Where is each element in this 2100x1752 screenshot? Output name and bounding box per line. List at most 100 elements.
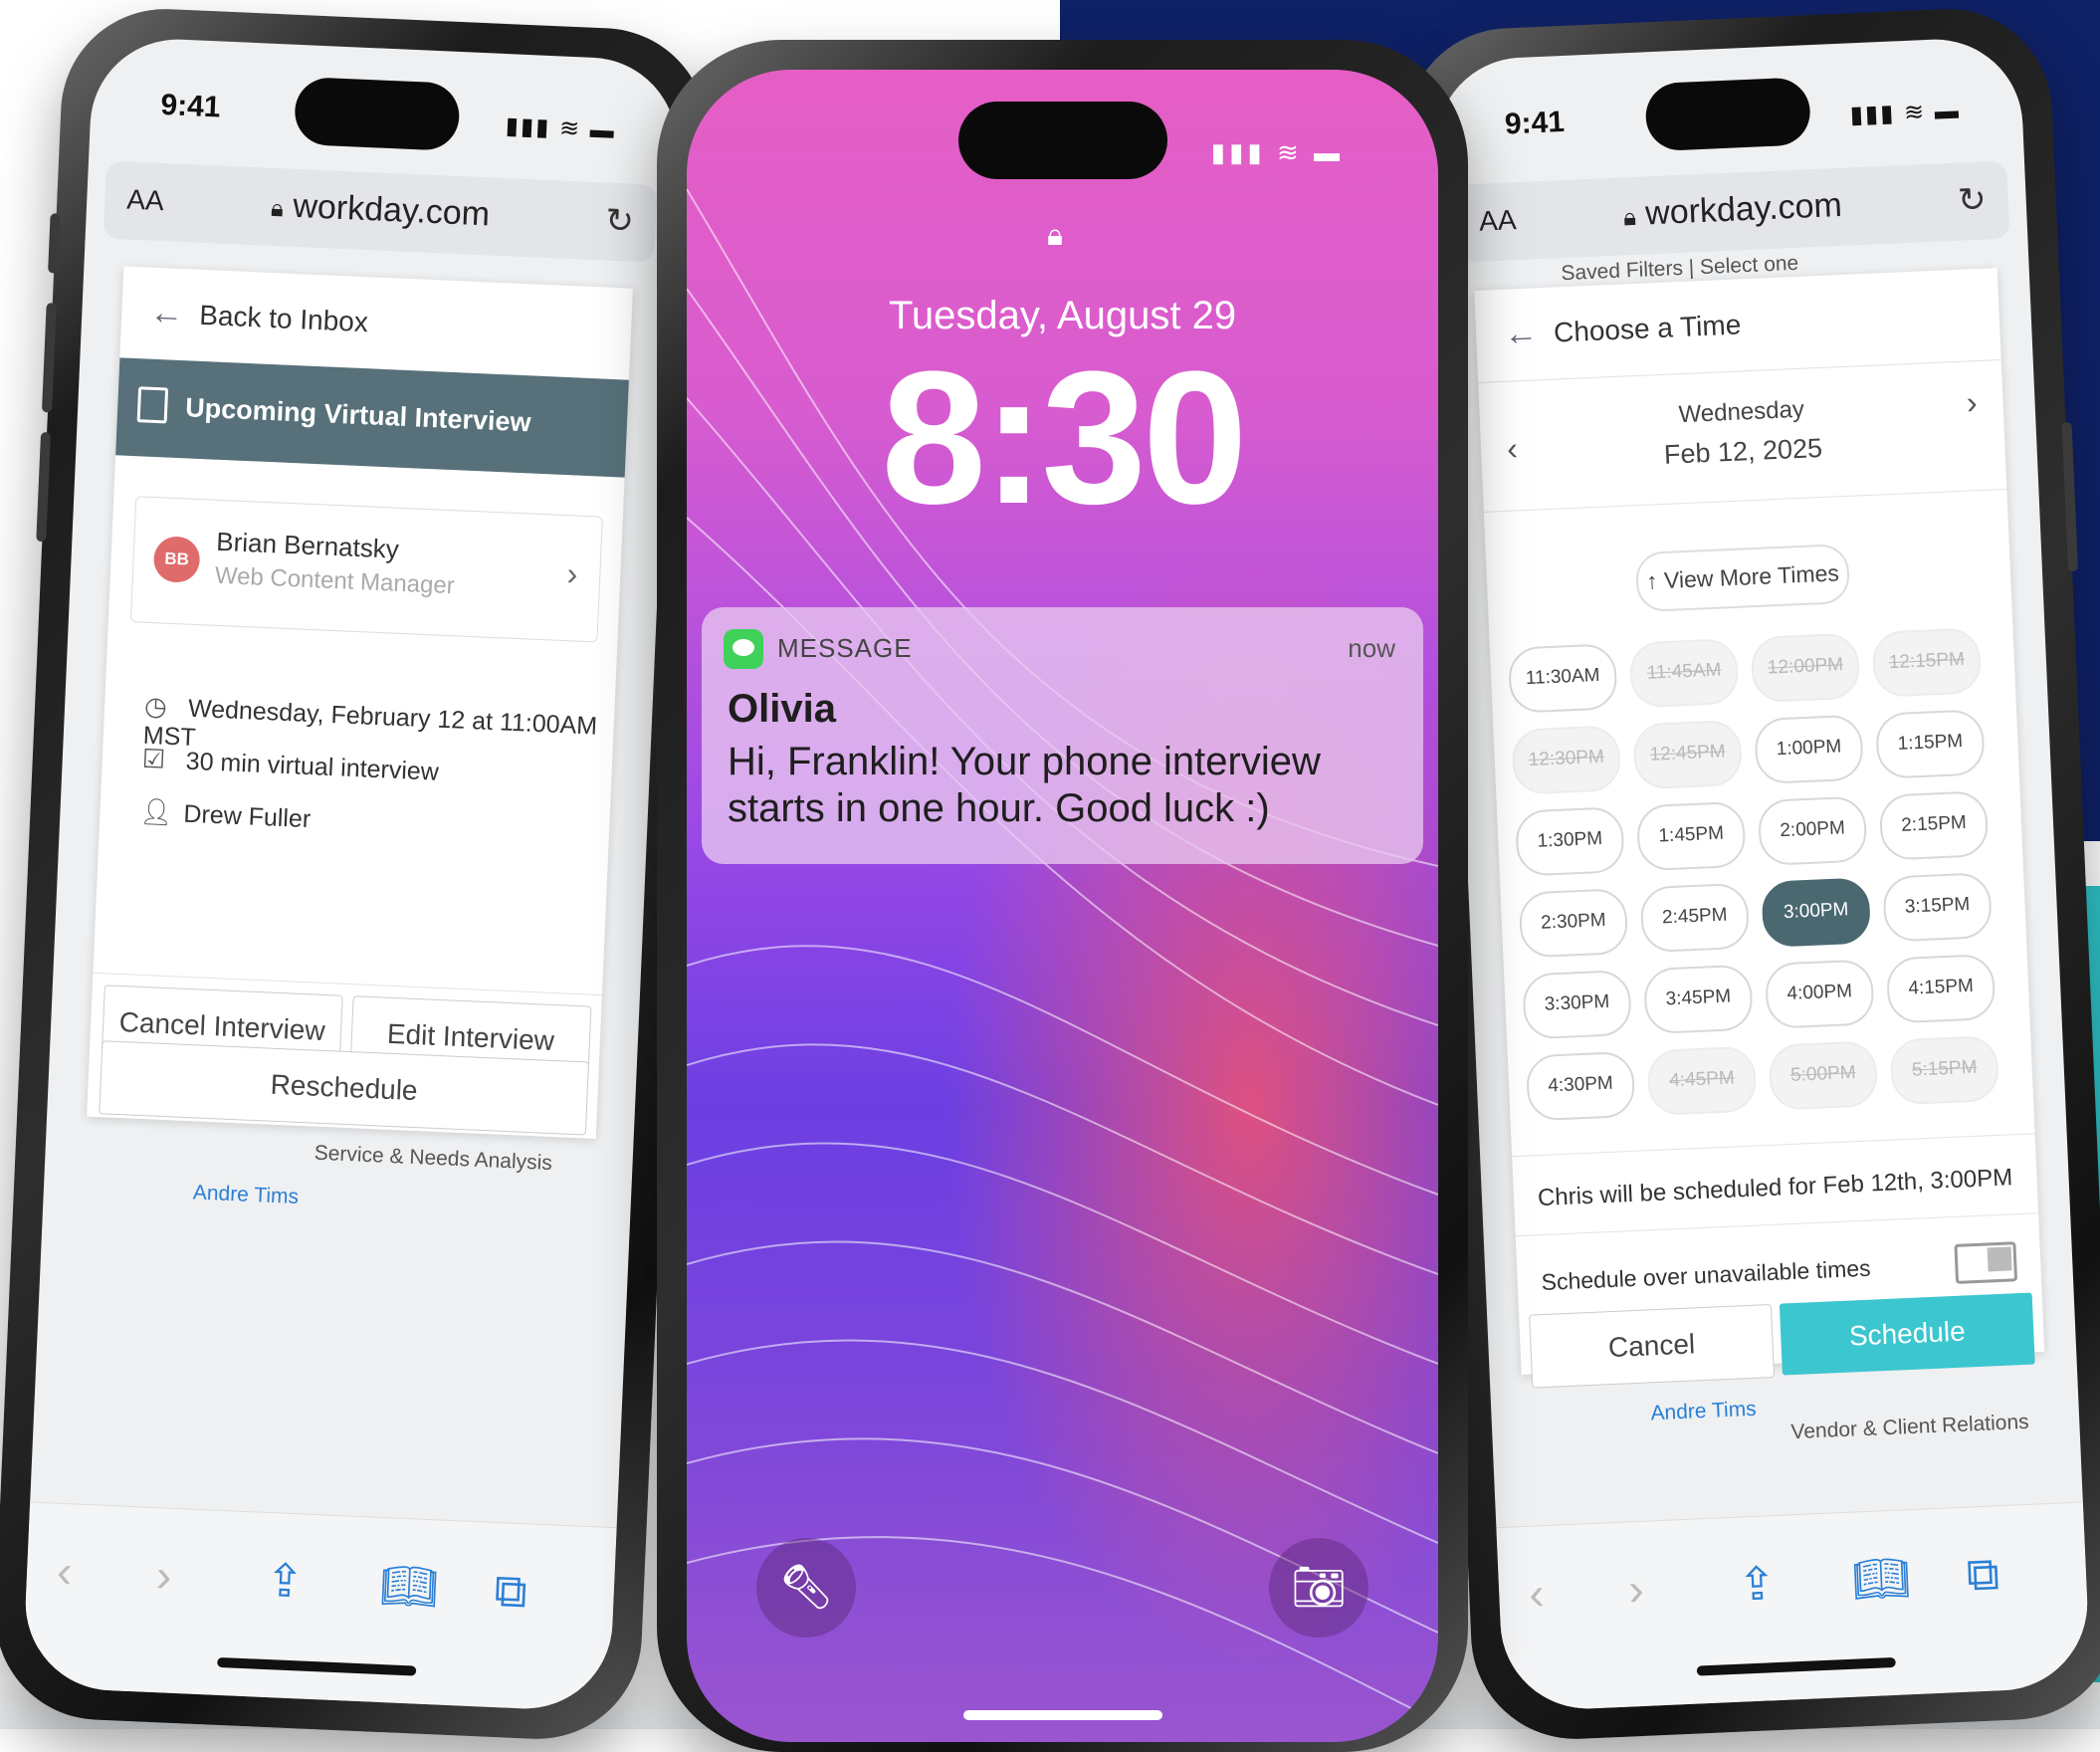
notification-sender: Olivia (728, 687, 836, 731)
battery-icon: ▬ (1314, 137, 1344, 167)
time-slot[interactable]: 2:30PM (1518, 887, 1629, 959)
dynamic-island (1644, 77, 1812, 152)
back-to-inbox-link[interactable]: Back to Inbox (199, 300, 369, 338)
time-slot[interactable]: 11:30AM (1507, 643, 1618, 714)
time-slot[interactable]: 3:45PM (1643, 964, 1754, 1035)
wifi-icon: ≋ (558, 114, 582, 143)
safari-toolbar: ‹ › ⇪ 📖︎ ⧉ (22, 1501, 617, 1713)
flashlight-icon[interactable]: 🔦︎ (756, 1538, 856, 1638)
wifi-icon: ≋ (1276, 137, 1303, 167)
clock-icon: ◷ (143, 690, 168, 722)
schedule-over-toggle[interactable] (1954, 1241, 2018, 1284)
time-slot[interactable]: 4:30PM (1525, 1050, 1636, 1122)
status-time: 9:41 (1504, 105, 1566, 141)
notification-time: now (1348, 633, 1395, 663)
left-phone: 9:41 ▮▮▮ ≋ ▬ AA 🔒︎ workday.com ↻ ← Back … (0, 4, 713, 1744)
time-slot[interactable]: 3:30PM (1522, 969, 1632, 1040)
time-slot: 5:15PM (1889, 1034, 2000, 1106)
status-icons: ▮▮▮ ≋ ▬ (1849, 97, 1961, 130)
url-text: workday.com (292, 186, 491, 234)
status-icons: ▮▮▮ ≋ ▬ (1211, 137, 1344, 168)
behind-text-vendor: Vendor & Client Relations (1789, 1410, 2030, 1444)
address-bar[interactable]: AA 🔒︎ workday.com ↻ (1455, 160, 2010, 263)
right-phone: 9:41 ▮▮▮ ≋ ▬ AA 🔒︎ workday.com ↻ Saved F… (1400, 4, 2100, 1744)
back-arrow-icon[interactable]: ← (1503, 314, 1539, 353)
time-slot[interactable]: 3:15PM (1882, 872, 1994, 943)
bookmarks-icon[interactable]: 📖︎ (379, 1558, 440, 1615)
battery-icon: ▬ (589, 115, 617, 144)
back-chevron-icon[interactable]: ‹ (1528, 1566, 1546, 1621)
time-slot[interactable]: 2:15PM (1878, 790, 1990, 861)
candidate-role: Web Content Manager (214, 561, 456, 600)
candidate-row[interactable]: BB Brian Bernatsky Web Content Manager › (129, 496, 603, 643)
home-indicator (217, 1656, 417, 1676)
notification-app-name: MESSAGE (777, 633, 913, 663)
reload-icon[interactable]: ↻ (605, 201, 635, 242)
tabs-icon[interactable]: ⧉ (494, 1563, 528, 1620)
interviewer-name: Drew Fuller (182, 799, 312, 834)
volume-down-button (36, 431, 52, 543)
battery-icon: ▬ (1934, 97, 1962, 125)
lock-icon: 🔒︎ (1622, 203, 1637, 232)
schedule-button[interactable]: Schedule (1779, 1292, 2035, 1376)
forward-chevron-icon[interactable]: › (155, 1548, 173, 1603)
time-slot[interactable]: 2:45PM (1639, 882, 1751, 954)
tabs-icon[interactable]: ⧉ (1966, 1546, 2000, 1603)
lock-icon: 🔒︎ (1047, 219, 1063, 252)
chevron-right-icon[interactable]: › (566, 555, 578, 592)
time-slot: 4:45PM (1646, 1045, 1758, 1117)
lock-time: 8:30 (881, 332, 1247, 544)
message-notification[interactable]: MESSAGE now Olivia Hi, Franklin! Your ph… (702, 607, 1423, 864)
time-slot[interactable]: 4:15PM (1885, 953, 1996, 1024)
wallpaper-line (687, 1142, 1438, 1365)
time-slot[interactable]: 2:00PM (1757, 795, 1868, 867)
person-icon: 👤︎ (138, 795, 174, 828)
time-slot[interactable]: 1:00PM (1754, 714, 1864, 785)
view-more-times-button[interactable]: ↑ View More Times (1634, 543, 1851, 613)
date-navigator: ‹ Wednesday Feb 12, 2025 › (1478, 359, 2007, 513)
wallpaper-line (687, 945, 1438, 1196)
wifi-icon: ≋ (1903, 99, 1927, 127)
divider (1515, 1212, 2039, 1237)
action-button (48, 213, 61, 274)
url-text: workday.com (1644, 185, 1843, 233)
right-screen: 9:41 ▮▮▮ ≋ ▬ AA 🔒︎ workday.com ↻ Saved F… (1432, 35, 2091, 1713)
share-icon[interactable]: ⇪ (265, 1553, 306, 1609)
status-time: 9:41 (159, 88, 222, 124)
bookmarks-icon[interactable]: 📖︎ (1851, 1550, 1912, 1607)
time-slot[interactable]: 1:30PM (1515, 806, 1625, 877)
time-slot[interactable]: 1:45PM (1635, 800, 1747, 872)
arrow-up-icon: ↑ (1645, 567, 1659, 594)
behind-text-andre: Andre Tims (1650, 1397, 1758, 1425)
volume-up-button (41, 303, 57, 413)
interview-datetime: Wednesday, February 12 at 11:00AM MST (142, 694, 598, 753)
cancel-button[interactable]: Cancel (1529, 1303, 1776, 1389)
forward-chevron-icon[interactable]: › (1627, 1562, 1645, 1617)
time-slot[interactable]: 3:00PM (1761, 877, 1872, 948)
url-display[interactable]: 🔒︎ workday.com (105, 179, 657, 242)
reload-icon[interactable]: ↻ (1957, 180, 1987, 221)
choose-time-card: ← Choose a Time ‹ Wednesday Feb 12, 2025… (1474, 268, 2045, 1376)
left-screen: 9:41 ▮▮▮ ≋ ▬ AA 🔒︎ workday.com ↻ ← Back … (22, 35, 681, 1713)
choose-time-title: Choose a Time (1553, 309, 1742, 348)
schedule-summary: Chris will be scheduled for Feb 12th, 3:… (1537, 1164, 2013, 1212)
back-arrow-icon[interactable]: ← (149, 294, 185, 333)
time-slot: 12:30PM (1511, 725, 1622, 795)
time-slot: 12:15PM (1871, 627, 1983, 698)
signal-icon: ▮▮▮ (1210, 137, 1266, 167)
wallpaper-line (687, 1043, 1438, 1275)
signal-icon: ▮▮▮ (505, 112, 552, 142)
share-icon[interactable]: ⇪ (1737, 1556, 1778, 1612)
calendar-icon (136, 386, 169, 424)
time-slot[interactable]: 1:15PM (1875, 709, 1986, 779)
url-display[interactable]: 🔒︎ workday.com (1456, 179, 2008, 242)
camera-icon[interactable]: 📷︎ (1269, 1538, 1368, 1638)
chevron-right-icon[interactable]: › (1966, 384, 1978, 421)
address-bar[interactable]: AA 🔒︎ workday.com ↻ (103, 160, 658, 263)
lock-icon: 🔒︎ (270, 194, 285, 223)
behind-text-service: Service & Needs Analysis (314, 1141, 553, 1176)
candidate-name: Brian Bernatsky (215, 526, 400, 564)
time-slot[interactable]: 4:00PM (1764, 959, 1875, 1029)
back-chevron-icon[interactable]: ‹ (56, 1544, 74, 1599)
time-slot: 5:00PM (1768, 1040, 1879, 1111)
